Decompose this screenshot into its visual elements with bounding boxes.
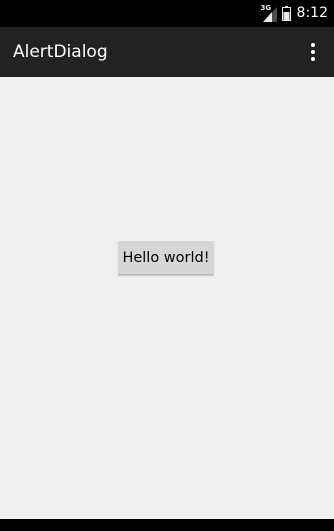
bottom-bar [0, 519, 334, 531]
overflow-dot [311, 43, 315, 47]
signal-icon [262, 6, 277, 22]
app-screen: 3G 8:12 AlertDialog Hello world! [0, 0, 334, 531]
status-time: 8:12 [296, 5, 328, 21]
status-icons: 3G 8:12 [261, 4, 328, 22]
app-title: AlertDialog [13, 42, 108, 62]
status-bar: 3G 8:12 [0, 0, 334, 27]
overflow-dot [311, 50, 315, 54]
main-content: Hello world! [0, 77, 334, 519]
hello-world-button[interactable]: Hello world! [118, 241, 214, 275]
signal-indicator: 3G [261, 4, 277, 22]
action-bar: AlertDialog [0, 27, 334, 77]
battery-icon [281, 6, 291, 21]
overflow-menu-icon[interactable] [304, 40, 322, 64]
overflow-dot [311, 57, 315, 61]
